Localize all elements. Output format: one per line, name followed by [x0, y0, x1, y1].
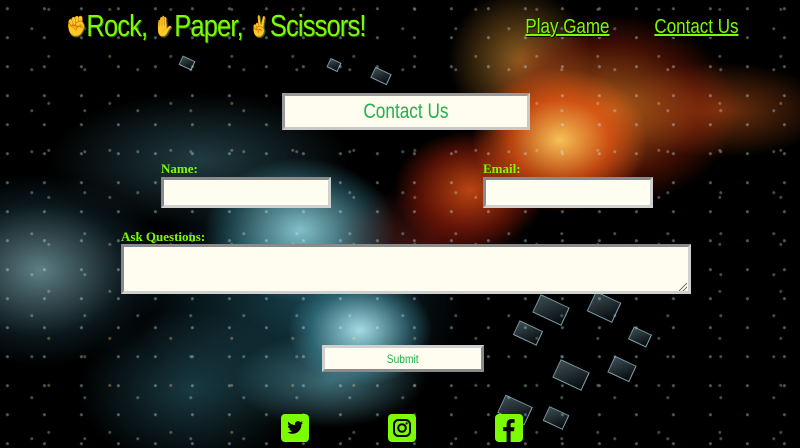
submit-button[interactable]: Submit [322, 345, 484, 372]
brand-word-paper: Paper, [174, 8, 243, 43]
submit-button-label: Submit [387, 351, 419, 366]
form-title: Contact Us [282, 93, 530, 130]
scissors-hand-icon: ✌ [249, 15, 270, 38]
form-title-text: Contact Us [363, 99, 449, 123]
email-field[interactable] [483, 177, 653, 208]
name-label: Name: [161, 161, 198, 176]
email-label: Email: [483, 161, 521, 176]
site-logo[interactable]: ✊ Rock, ✋ Paper, ✌ Scissors! [66, 4, 366, 48]
facebook-icon[interactable] [495, 414, 523, 442]
name-field[interactable] [161, 177, 331, 208]
twitter-icon[interactable] [281, 414, 309, 442]
instagram-icon[interactable] [388, 414, 416, 442]
brand-word-scissors: Scissors! [269, 8, 367, 43]
background-image [0, 0, 800, 448]
paper-hand-icon: ✋ [153, 15, 174, 38]
main-nav: Play Game Contact Us [514, 14, 750, 41]
brand-word-rock: Rock, [86, 8, 148, 43]
questions-label: Ask Questions: [121, 229, 206, 244]
questions-textarea[interactable] [121, 244, 691, 294]
textarea-resize-handle[interactable] [679, 283, 687, 291]
splash-particles [0, 0, 800, 448]
nav-link-contact-us[interactable]: Contact Us [651, 14, 742, 41]
nav-link-play-game[interactable]: Play Game [522, 14, 613, 41]
rock-hand-icon: ✊ [66, 15, 86, 38]
